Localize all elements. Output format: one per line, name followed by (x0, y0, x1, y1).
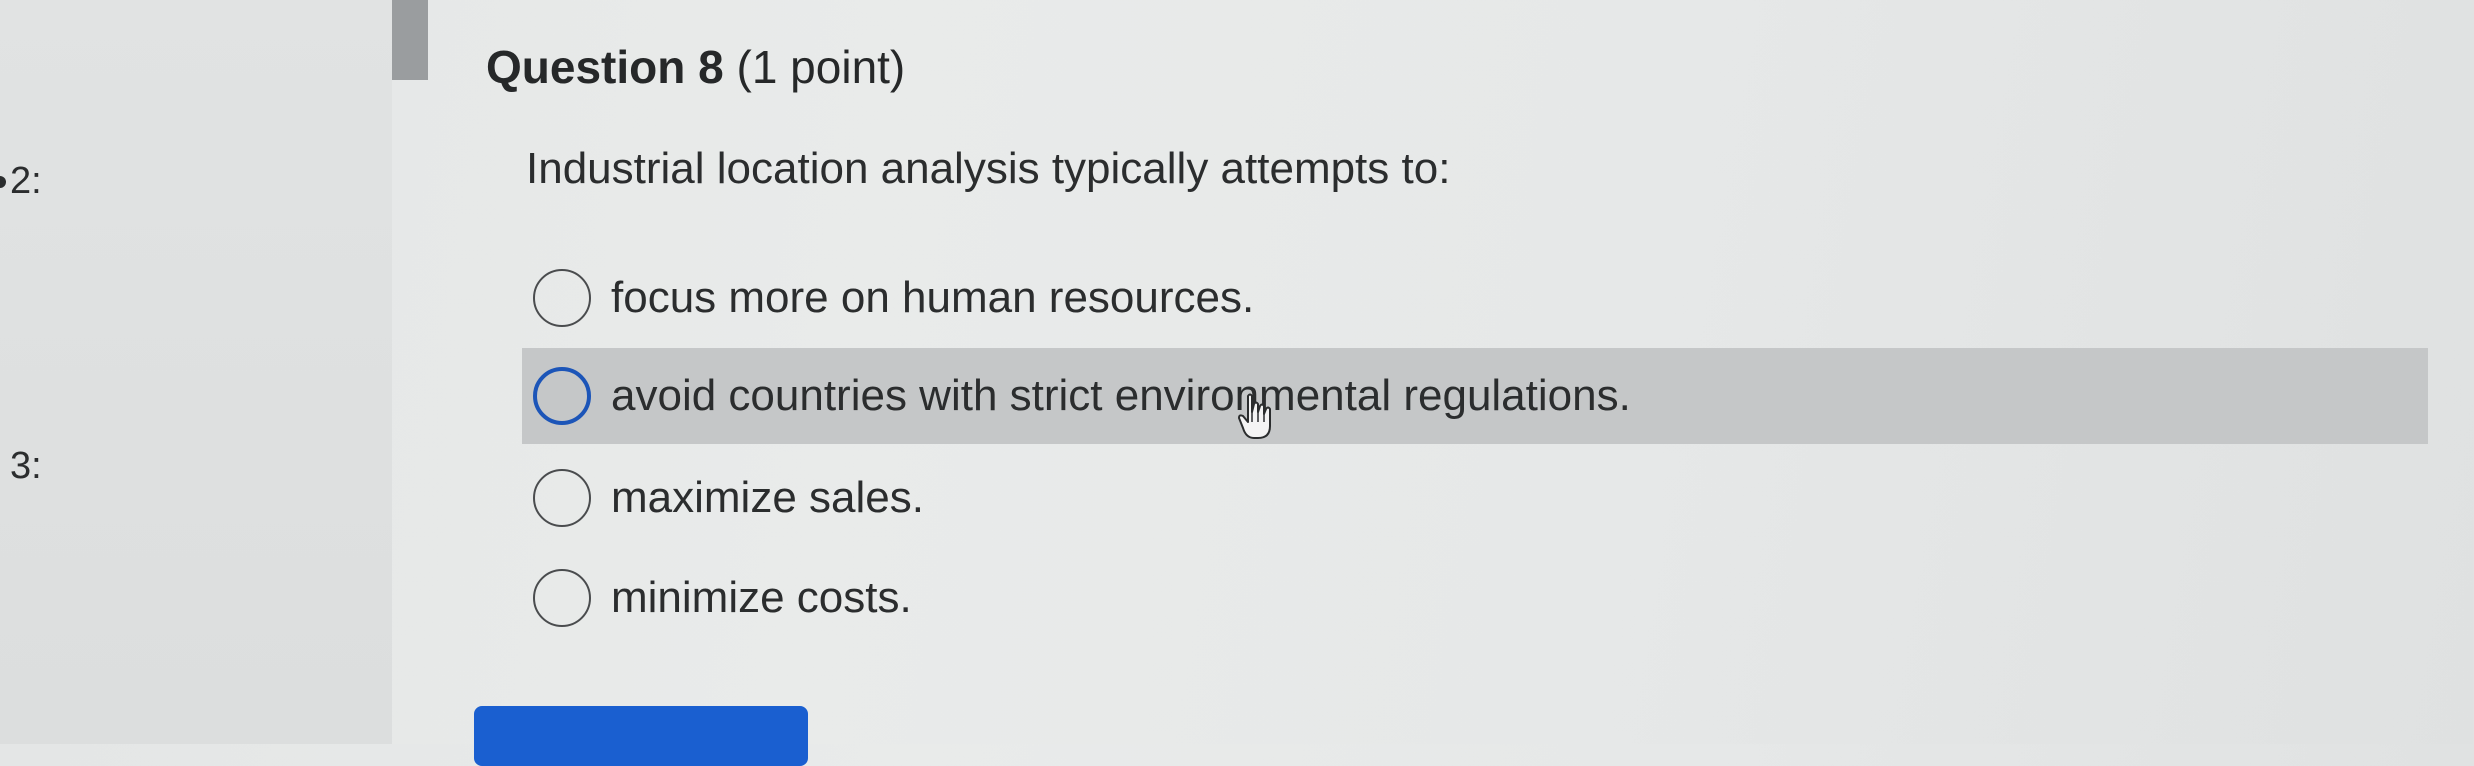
answer-option-label[interactable]: focus more on human resources. (611, 273, 1254, 323)
sidebar-item-question-3[interactable]: 3: (10, 445, 42, 488)
question-nav-sidebar: 2: 3: (0, 0, 392, 744)
sidebar-item-question-2[interactable]: 2: (10, 160, 42, 203)
answer-option-3[interactable]: maximize sales. (522, 450, 2428, 546)
question-number: Question 8 (486, 41, 724, 93)
answer-option-1[interactable]: focus more on human resources. (522, 250, 2428, 346)
answer-option-2[interactable]: avoid countries with strict environmenta… (522, 348, 2428, 444)
answer-option-label[interactable]: minimize costs. (611, 573, 912, 623)
question-points: (1 point) (736, 41, 906, 93)
answer-option-label[interactable]: maximize sales. (611, 473, 924, 523)
hand-pointer-icon (1238, 393, 1271, 439)
question-title: Question 8 (1 point) (486, 40, 905, 94)
radio-button[interactable] (533, 269, 591, 327)
radio-button[interactable] (533, 569, 591, 627)
next-button[interactable] (474, 706, 808, 766)
nav-bullet-icon (0, 176, 6, 188)
answer-option-label[interactable]: avoid countries with strict environmenta… (611, 371, 1631, 421)
radio-button[interactable] (533, 367, 591, 425)
radio-button[interactable] (533, 469, 591, 527)
question-prompt: Industrial location analysis typically a… (526, 144, 1451, 193)
scrollbar-thumb[interactable] (392, 0, 428, 80)
answer-option-4[interactable]: minimize costs. (522, 550, 2428, 646)
